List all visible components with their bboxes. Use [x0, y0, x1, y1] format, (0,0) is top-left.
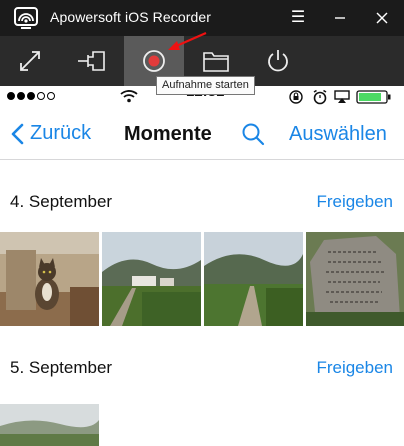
power-button[interactable]	[248, 36, 308, 86]
wifi-icon	[120, 90, 138, 103]
close-button[interactable]	[364, 6, 400, 30]
chevron-left-icon	[11, 123, 24, 144]
window-title: Apowersoft iOS Recorder	[50, 9, 212, 25]
phone-screen: 12:31 Zurück Momente	[0, 83, 404, 446]
app-logo-icon	[14, 7, 38, 29]
cat-photo[interactable]	[0, 232, 99, 326]
battery-icon	[356, 90, 391, 104]
section-date: 4. September	[10, 192, 113, 211]
stone-inscription-photo[interactable]	[306, 232, 404, 326]
annotation-arrow	[168, 31, 207, 50]
pin-button[interactable]	[62, 36, 122, 86]
airplay-icon	[334, 90, 350, 103]
misty-field-photo[interactable]	[0, 404, 99, 446]
tooltip: Aufnahme starten	[156, 76, 255, 95]
alarm-icon	[313, 89, 327, 105]
power-icon	[268, 50, 288, 72]
village-field-photo[interactable]	[102, 232, 201, 326]
select-button[interactable]: Auswählen	[289, 123, 387, 146]
signal-strength-icon	[7, 92, 55, 100]
share-button[interactable]: Freigeben	[316, 358, 393, 378]
back-label: Zurück	[30, 122, 92, 144]
fullscreen-icon	[20, 51, 40, 71]
menu-icon[interactable]: ☰	[280, 6, 316, 30]
page-title: Momente	[124, 123, 212, 145]
ios-nav-bar: Zurück Momente Auswählen	[0, 108, 404, 160]
back-button[interactable]: Zurück	[10, 122, 91, 145]
fullscreen-button[interactable]	[0, 36, 60, 86]
search-icon[interactable]	[240, 121, 266, 147]
share-button[interactable]: Freigeben	[316, 192, 393, 212]
pin-icon	[78, 51, 105, 71]
rotation-lock-icon	[289, 90, 303, 104]
country-road-photo[interactable]	[204, 232, 303, 326]
section-date: 5. September	[10, 358, 113, 377]
minimize-button[interactable]	[322, 6, 358, 30]
